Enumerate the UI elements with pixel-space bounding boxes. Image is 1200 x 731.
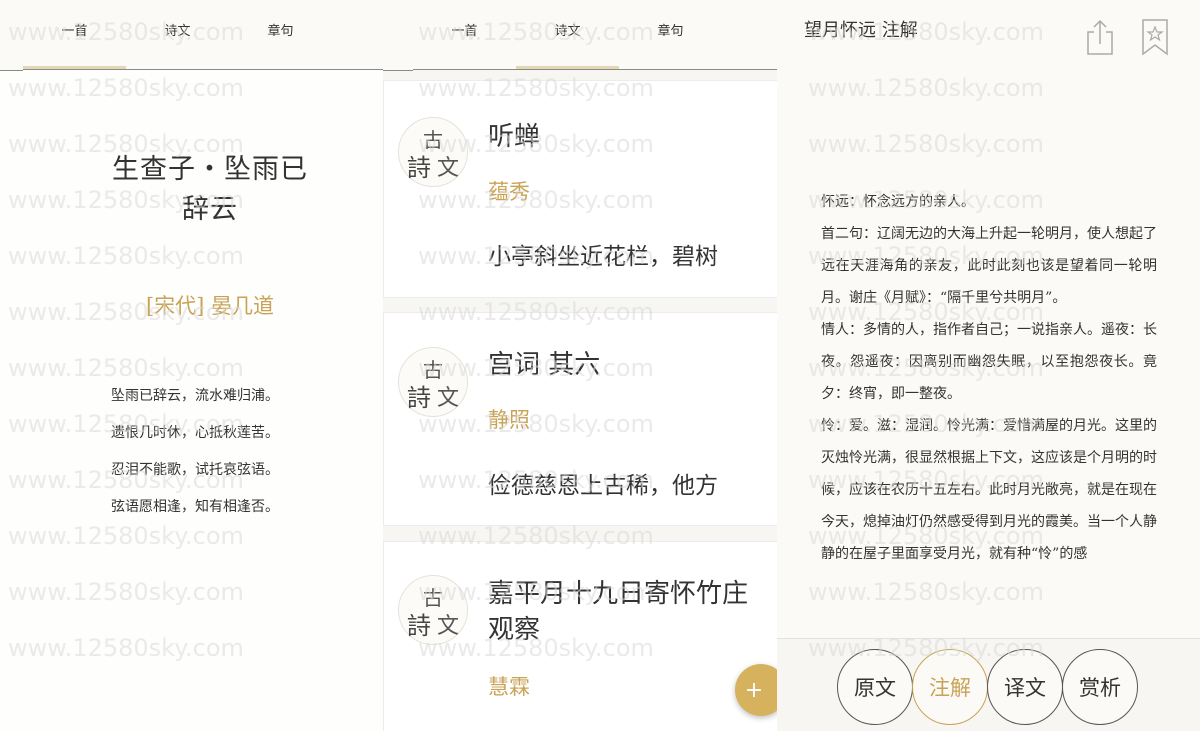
poem-line: 遗恨几时休，心抵秋莲苦。: [111, 425, 279, 441]
poem-card[interactable]: 古 詩 文 嘉平月十九日寄怀竹庄观察 慧霖: [383, 541, 777, 731]
panel1-tab-bar: 一首 诗文 章句: [0, 0, 385, 71]
seal-char: 詩: [407, 154, 431, 182]
card-author[interactable]: 静照: [488, 404, 530, 434]
card-title: 嘉平月十九日寄怀竹庄观察: [488, 579, 749, 645]
card-title: 宫词 其六: [488, 350, 601, 380]
annotation-title: 望月怀远 注解: [804, 20, 918, 41]
annotation-button[interactable]: 注解: [912, 649, 988, 725]
annotation-notes: 怀远：怀念远方的亲人。 首二句：辽阔无边的大海上升起一轮明月，使人想起了远在天涯…: [821, 186, 1157, 634]
bookmark-star-icon[interactable]: [1140, 18, 1170, 56]
poem-card[interactable]: 古 詩 文 宫词 其六 静照 俭德慈恩上古稀，他方: [383, 312, 777, 526]
tab-poems[interactable]: 诗文: [126, 0, 229, 69]
share-icon[interactable]: [1085, 18, 1115, 56]
view-mode-bar: 原文 注解 译文 赏析: [777, 638, 1200, 731]
card-author[interactable]: 慧霖: [488, 671, 530, 701]
card-title: 听蝉: [488, 122, 541, 152]
poem-panel: 一首 诗文 章句 生查子・坠雨已 辞云 [宋代] 晏几道 坠雨已辞云，流水难归浦…: [0, 0, 385, 731]
poem-title-line1: 生查子・坠雨已: [112, 154, 308, 185]
seal-char: 詩: [407, 384, 431, 412]
poem-author[interactable]: [宋代] 晏几道: [90, 290, 330, 320]
poem-card[interactable]: 古 詩 文 听蝉 蕴秀 小亭斜坐近花栏，碧树: [383, 80, 777, 298]
poem-body: 坠雨已辞云，流水难归浦。 遗恨几时休，心抵秋莲苦。 忍泪不能歌，试托哀弦语。 弦…: [111, 378, 371, 526]
poem-title: 生查子・坠雨已 辞云: [90, 150, 330, 230]
poem-title-line2: 辞云: [182, 194, 238, 225]
annotation-paragraph: 首二句：辽阔无边的大海上升起一轮明月，使人想起了远在天涯海角的亲友，此时此刻也该…: [821, 226, 1157, 306]
poem-list-panel: 一首 诗文 章句 古 詩 文 听蝉 蕴秀 小亭斜坐近花栏，碧树 古 詩 文 宫词…: [383, 0, 787, 731]
seal-char: 文: [437, 386, 460, 411]
annotation-paragraph: 情人：多情的人，指作者自己；一说指亲人。遥夜：长夜。怨遥夜：因离别而幽怨失眠，以…: [821, 322, 1157, 402]
card-author[interactable]: 蕴秀: [488, 176, 530, 206]
appreciation-button[interactable]: 赏析: [1062, 649, 1138, 725]
translation-button[interactable]: 译文: [987, 649, 1063, 725]
tab-single-poem[interactable]: 一首: [23, 0, 126, 69]
annotation-paragraph: 怀远：怀念远方的亲人。: [821, 194, 975, 210]
original-text-button[interactable]: 原文: [837, 649, 913, 725]
poem-line: 忍泪不能歌，试托哀弦语。: [111, 462, 279, 478]
tab-poems[interactable]: 诗文: [516, 0, 619, 69]
seal-char: 詩: [407, 612, 431, 640]
tab-verses[interactable]: 章句: [619, 0, 722, 69]
seal-char: 文: [437, 614, 460, 639]
card-excerpt: 俭德慈恩上古稀，他方: [488, 473, 718, 499]
guwen-seal-icon: 古 詩 文: [398, 347, 468, 417]
annotation-panel: 望月怀远 注解 怀远：怀念远方的亲人。 首二句：辽阔无边的大海上升起一轮明月，使…: [777, 0, 1200, 731]
guwen-seal-icon: 古 詩 文: [398, 117, 468, 187]
card-excerpt: 小亭斜坐近花栏，碧树: [488, 244, 718, 270]
seal-char: 文: [437, 156, 460, 181]
tab-single-poem[interactable]: 一首: [413, 0, 516, 69]
poem-line: 弦语愿相逢，知有相逢否。: [111, 499, 279, 515]
panel2-tab-bar: 一首 诗文 章句: [383, 0, 777, 71]
tab-verses[interactable]: 章句: [229, 0, 332, 69]
poem-line: 坠雨已辞云，流水难归浦。: [111, 388, 279, 404]
guwen-seal-icon: 古 詩 文: [398, 575, 468, 645]
annotation-paragraph: 怜：爱。滋：湿润。怜光满：爱惜满屋的月光。这里的灭烛怜光满，很显然根据上下文，这…: [821, 418, 1157, 562]
